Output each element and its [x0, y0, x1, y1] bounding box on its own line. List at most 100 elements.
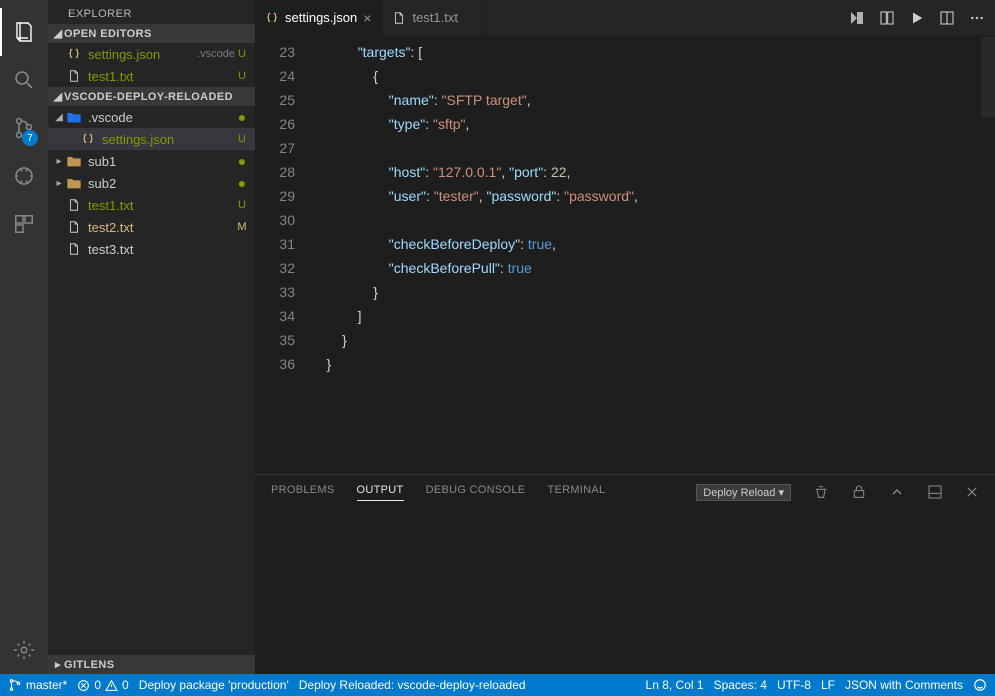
- source-control-icon[interactable]: 7: [0, 104, 48, 152]
- section-gitlens[interactable]: ▸ GITLENS: [48, 655, 255, 674]
- explorer-icon[interactable]: [0, 8, 48, 56]
- file-label: test2.txt: [88, 220, 235, 235]
- lock-scroll-icon[interactable]: [851, 484, 867, 500]
- more-icon[interactable]: [969, 10, 985, 26]
- tab-output[interactable]: OUTPUT: [357, 484, 404, 501]
- tab-problems[interactable]: PROBLEMS: [271, 484, 335, 500]
- split-icon[interactable]: [939, 10, 955, 26]
- close-panel-icon[interactable]: [965, 485, 979, 499]
- folder-sub1[interactable]: ▸ sub1 ●: [48, 150, 255, 172]
- file-settings-json[interactable]: settings.json U: [48, 128, 255, 150]
- section-open-editors[interactable]: ◢ OPEN EDITORS: [48, 24, 255, 43]
- tab-label: test1.txt: [412, 10, 458, 25]
- tab-test1-txt[interactable]: test1.txt ×: [382, 0, 483, 35]
- sidebar: EXPLORER ◢ OPEN EDITORS settings.json .v…: [48, 0, 255, 674]
- folder-label: sub1: [88, 154, 235, 169]
- section-label: OPEN EDITORS: [64, 28, 152, 40]
- folder-icon: [66, 175, 82, 191]
- git-status: M: [235, 221, 249, 233]
- file-icon: [66, 197, 82, 213]
- git-status-dot: ●: [235, 157, 249, 165]
- problems-status[interactable]: 0 0: [77, 678, 128, 692]
- file-test3[interactable]: test3.txt: [48, 238, 255, 260]
- file-icon: [66, 68, 82, 84]
- git-branch[interactable]: master*: [8, 678, 67, 692]
- editor-area: settings.json × test1.txt × 232425262728…: [255, 0, 995, 674]
- debug-icon[interactable]: [0, 152, 48, 200]
- editor-actions: [849, 10, 995, 26]
- chevron-down-icon: ◢: [52, 90, 64, 103]
- editor-body[interactable]: 2324252627282930313233343536 "targets": …: [255, 35, 995, 474]
- play-icon[interactable]: [909, 10, 925, 26]
- braces-icon: [265, 11, 279, 25]
- git-status: U: [235, 133, 249, 145]
- chevron-right-icon: ▸: [52, 178, 66, 189]
- status-bar: master* 0 0 Deploy package 'production' …: [0, 674, 995, 696]
- feedback-icon[interactable]: [973, 678, 987, 692]
- file-icon: [66, 241, 82, 257]
- workspace-tree: ◢ .vscode ● settings.json U ▸ sub1 ● ▸ s…: [48, 106, 255, 260]
- bottom-panel: PROBLEMS OUTPUT DEBUG CONSOLE TERMINAL D…: [255, 474, 995, 674]
- minimap[interactable]: [981, 35, 995, 474]
- file-hint: .vscode: [197, 48, 235, 60]
- section-label: VSCODE-DEPLOY-RELOADED: [64, 91, 233, 103]
- folder-sub2[interactable]: ▸ sub2 ●: [48, 172, 255, 194]
- minimap-thumb[interactable]: [981, 37, 995, 117]
- tab-terminal[interactable]: TERMINAL: [547, 484, 605, 500]
- open-editors-tree: settings.json .vscode U test1.txt U: [48, 43, 255, 87]
- folder-label: .vscode: [88, 110, 235, 125]
- chevron-up-icon[interactable]: [889, 484, 905, 500]
- file-icon: [66, 219, 82, 235]
- scm-badge: 7: [22, 130, 38, 146]
- sidebar-title: EXPLORER: [48, 0, 255, 24]
- git-status: U: [235, 48, 249, 60]
- chevron-down-icon: ◢: [52, 112, 66, 123]
- line-gutter: 2324252627282930313233343536: [255, 35, 311, 474]
- open-editor-item[interactable]: settings.json .vscode U: [48, 43, 255, 65]
- braces-icon: [80, 131, 96, 147]
- file-label: test1.txt: [88, 198, 235, 213]
- folder-vscode[interactable]: ◢ .vscode ●: [48, 106, 255, 128]
- file-label: test1.txt: [88, 69, 235, 84]
- git-status: U: [235, 70, 249, 82]
- tab-debug-console[interactable]: DEBUG CONSOLE: [426, 484, 526, 500]
- chevron-right-icon: ▸: [52, 658, 64, 671]
- output-channel-dropdown[interactable]: Deploy Reload ▾: [696, 484, 791, 501]
- activity-bar: 7: [0, 0, 48, 674]
- open-editor-item[interactable]: test1.txt U: [48, 65, 255, 87]
- clear-output-icon[interactable]: [813, 484, 829, 500]
- eol[interactable]: LF: [821, 678, 835, 692]
- indentation[interactable]: Spaces: 4: [714, 678, 767, 692]
- cursor-position[interactable]: Ln 8, Col 1: [646, 678, 704, 692]
- deploy-reloaded[interactable]: Deploy Reloaded: vscode-deploy-reloaded: [299, 678, 526, 692]
- braces-icon: [66, 46, 82, 62]
- settings-gear-icon[interactable]: [0, 626, 48, 674]
- file-label: settings.json: [88, 47, 193, 62]
- encoding[interactable]: UTF-8: [777, 678, 811, 692]
- maximize-panel-icon[interactable]: [927, 484, 943, 500]
- git-status-dot: ●: [235, 113, 249, 121]
- editor-tabs: settings.json × test1.txt ×: [255, 0, 995, 35]
- search-icon[interactable]: [0, 56, 48, 104]
- panel-tabs: PROBLEMS OUTPUT DEBUG CONSOLE TERMINAL D…: [255, 475, 995, 509]
- git-status: U: [235, 199, 249, 211]
- folder-icon: [66, 153, 82, 169]
- tab-label: settings.json: [285, 10, 357, 25]
- file-icon: [392, 11, 406, 25]
- output-body[interactable]: [255, 509, 995, 674]
- file-test1[interactable]: test1.txt U: [48, 194, 255, 216]
- file-test2[interactable]: test2.txt M: [48, 216, 255, 238]
- git-status-dot: ●: [235, 179, 249, 187]
- branch-label: master*: [26, 678, 67, 692]
- diff-icon[interactable]: [879, 10, 895, 26]
- extensions-icon[interactable]: [0, 200, 48, 248]
- close-icon[interactable]: ×: [363, 10, 371, 26]
- tab-settings-json[interactable]: settings.json ×: [255, 0, 382, 35]
- compare-icon[interactable]: [849, 10, 865, 26]
- chevron-down-icon: ◢: [52, 27, 64, 40]
- language-mode[interactable]: JSON with Comments: [845, 678, 963, 692]
- code-content[interactable]: "targets": [ { "name": "SFTP target", "t…: [311, 35, 981, 474]
- folder-label: sub2: [88, 176, 235, 191]
- deploy-package[interactable]: Deploy package 'production': [139, 678, 289, 692]
- section-workspace[interactable]: ◢ VSCODE-DEPLOY-RELOADED: [48, 87, 255, 106]
